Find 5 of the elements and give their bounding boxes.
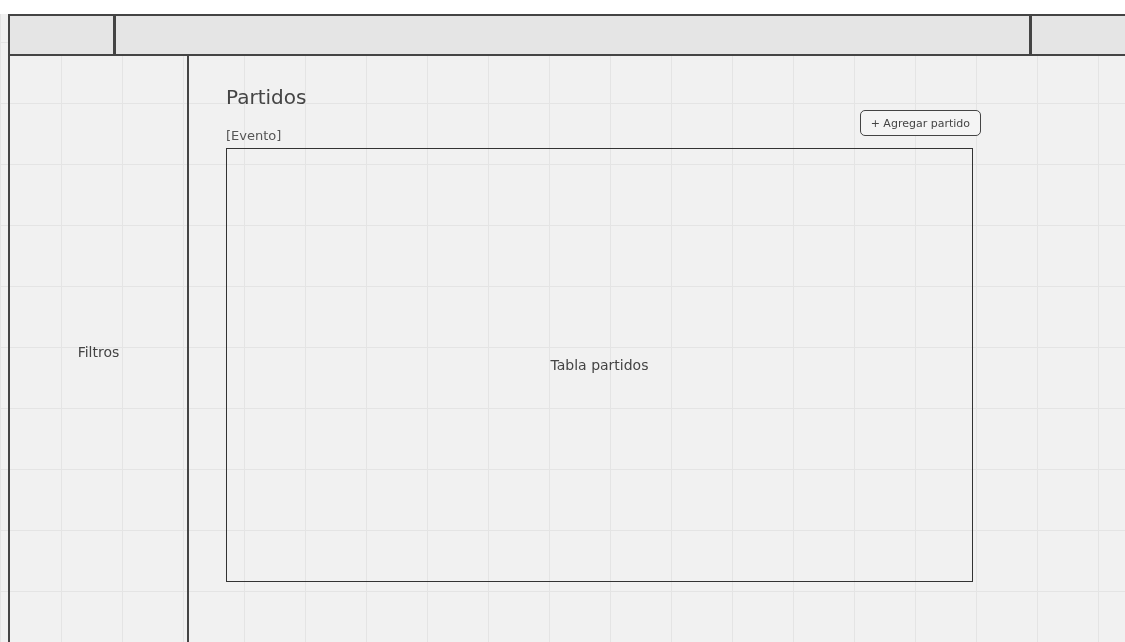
add-match-button[interactable]: + Agregar partido <box>859 110 981 136</box>
page-title: Partidos <box>226 84 308 110</box>
event-subtitle: [Evento] <box>226 127 282 145</box>
table-label: Tabla partidos <box>550 357 649 373</box>
sidebar-label: Filtros <box>77 344 120 360</box>
